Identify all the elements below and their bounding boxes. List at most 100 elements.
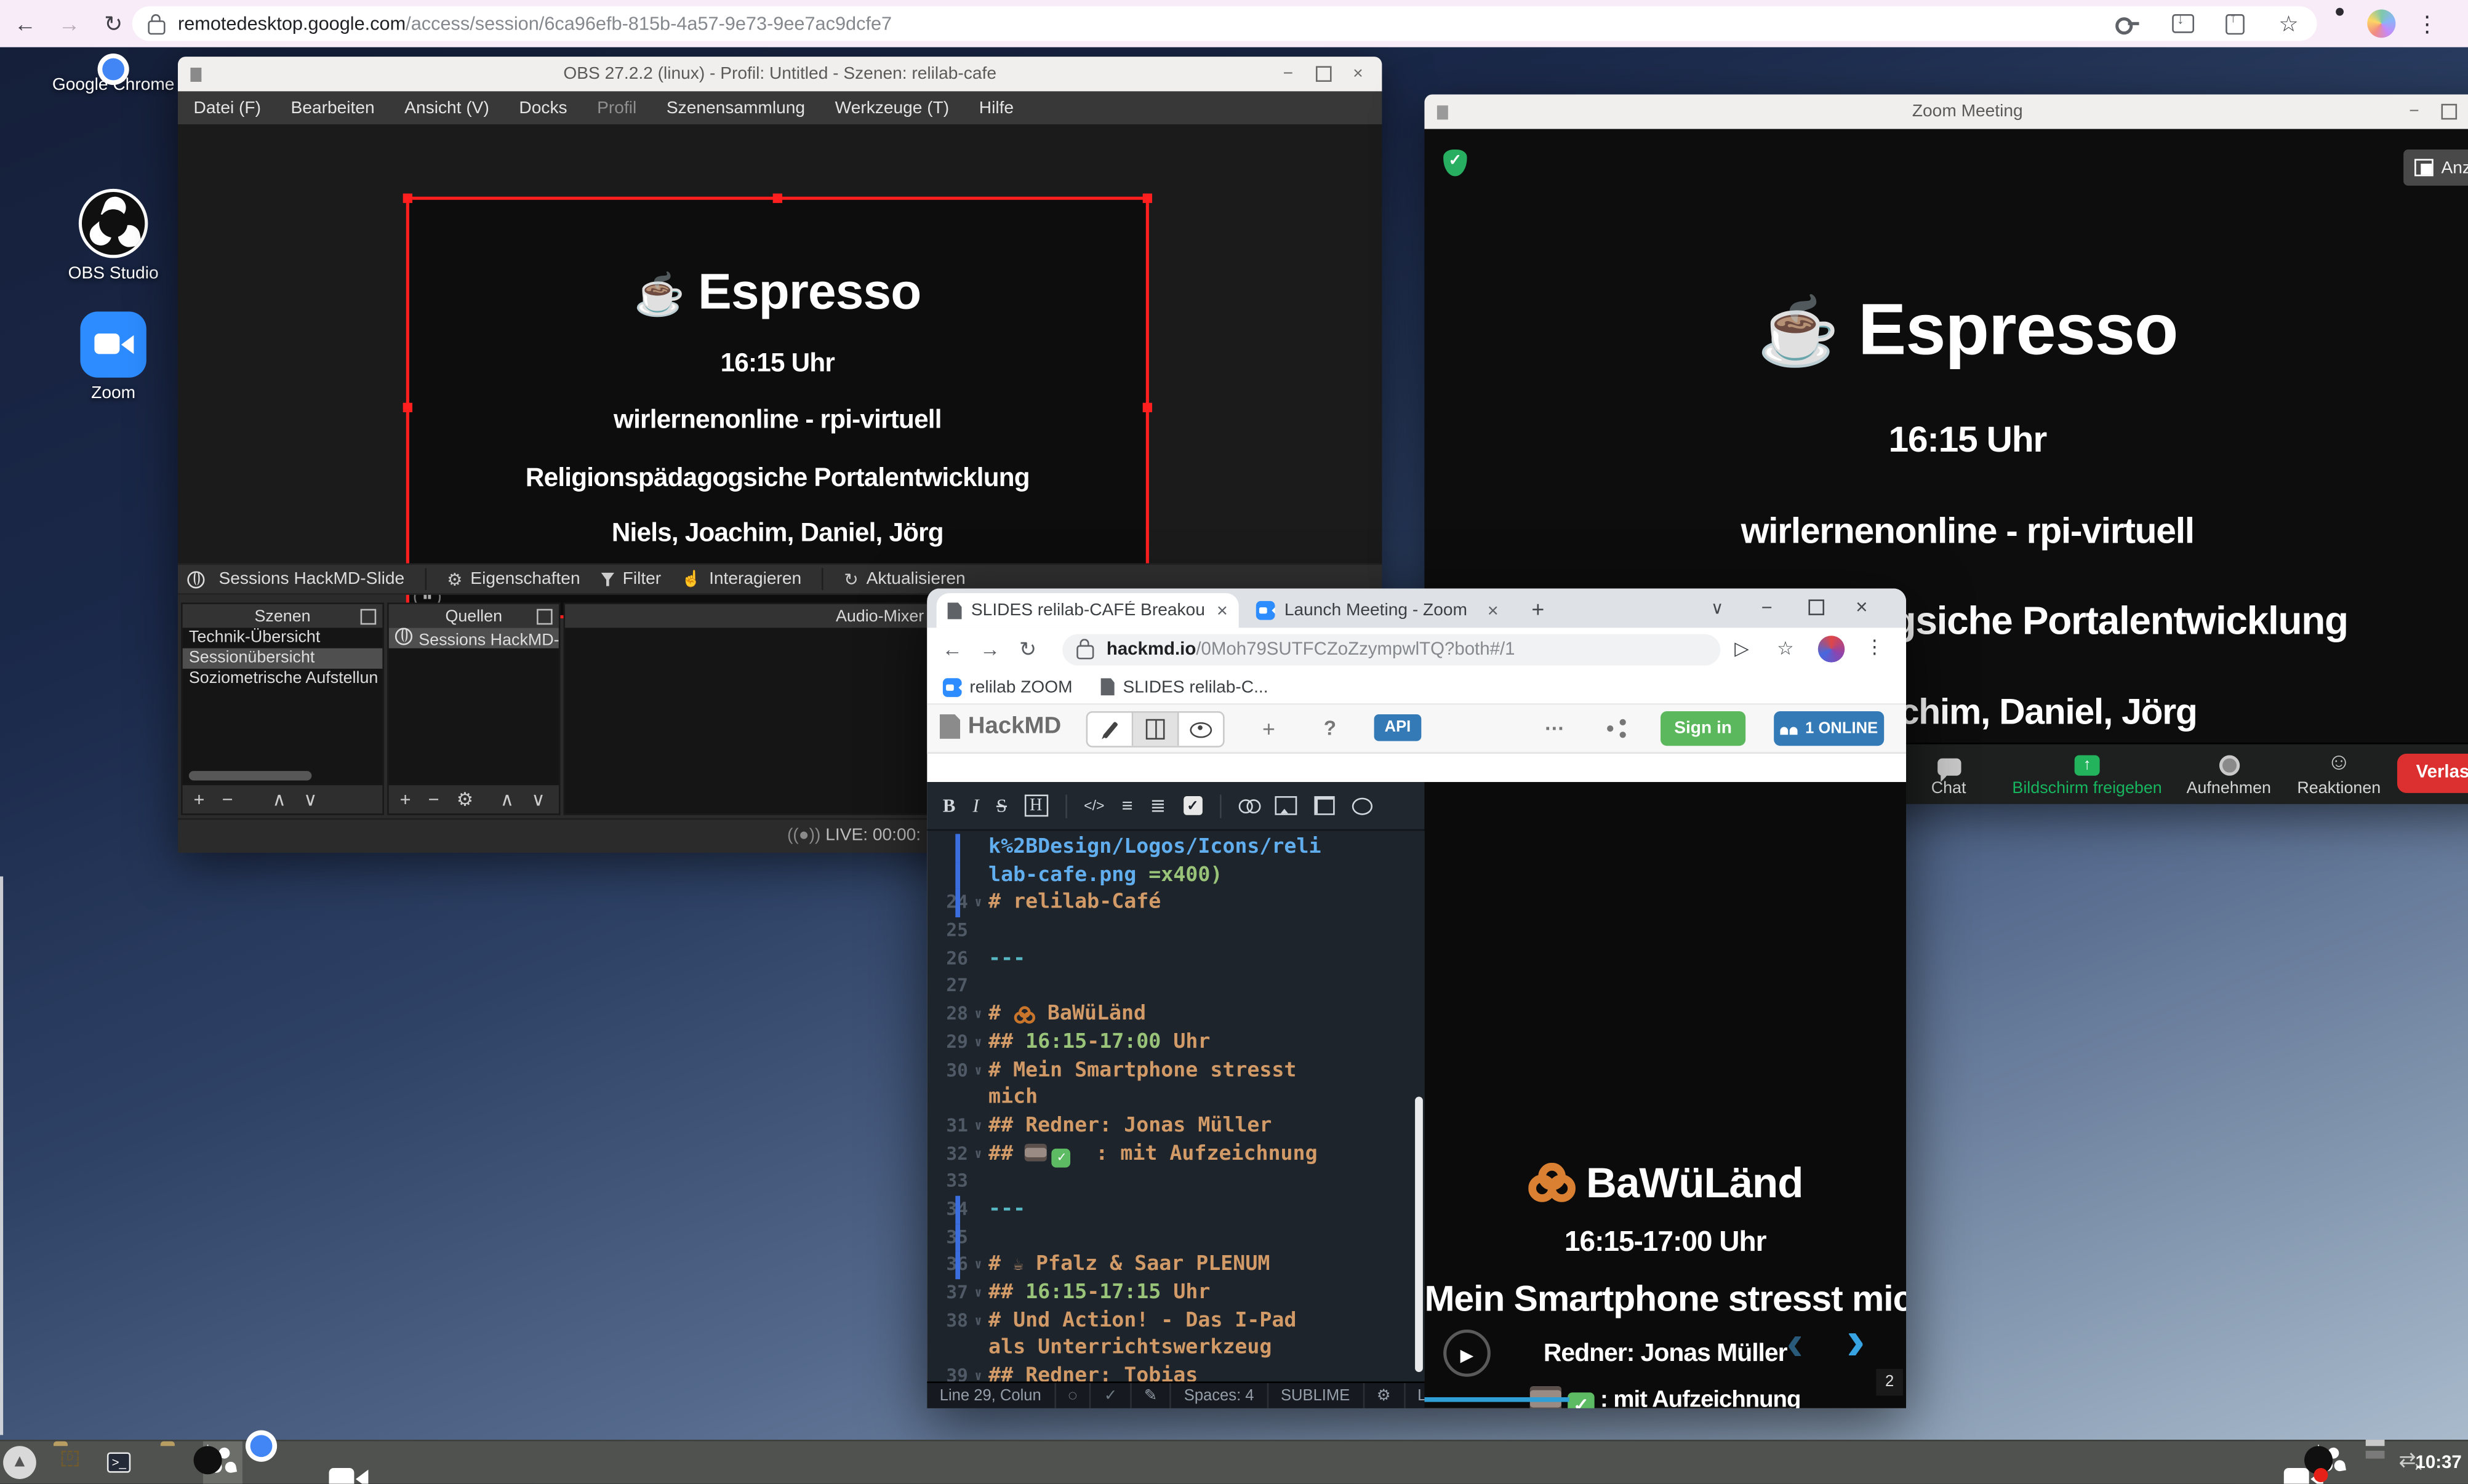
taskbar-obs-icon[interactable] [206,1446,241,1480]
popout-icon[interactable] [361,609,377,625]
remove-icon[interactable]: − [428,788,439,810]
taskbar-terminal-icon[interactable]: >_ [107,1446,142,1480]
fold-icon[interactable]: ∨ [968,1279,988,1307]
bookmark-relilab-zoom[interactable]: relilab ZOOM [943,677,1073,696]
zoom-title-bar[interactable]: Zoom Meeting − [1424,94,2468,129]
dock-tab-eigenschaften[interactable]: Eigenschaften [470,570,580,589]
forward-icon[interactable]: → [57,11,82,36]
resize-handle[interactable] [403,403,412,412]
menu-hilfe[interactable]: Hilfe [979,98,1014,118]
taskbar-launcher-icon[interactable]: ▲ [3,1446,38,1480]
split-mode-button[interactable] [1133,713,1179,746]
dock-tab-aktualisieren[interactable]: Aktualisieren [867,570,966,589]
strikethrough-icon[interactable]: S [996,794,1007,817]
comment-icon[interactable] [1352,797,1372,814]
tray-network-icon[interactable]: ⇄× [2398,1448,2416,1471]
desktop-icon-chrome[interactable]: Google Chrome [38,70,189,95]
reactions-button[interactable]: ☺ Reaktionen [2276,749,2402,797]
dock-tab-sessions[interactable]: Sessions HackMD-Slide [218,570,404,589]
dock-tab-interagieren[interactable]: Interagieren [709,570,801,589]
add-icon[interactable]: + [194,788,205,810]
fold-icon[interactable]: ∨ [968,1140,988,1168]
share-icon[interactable] [2226,14,2245,34]
desktop-icon-obs[interactable]: OBS Studio [38,189,189,283]
tab-slides[interactable]: SLIDES relilab-CAFÉ Breakou × [937,593,1239,628]
add-icon[interactable]: + [400,788,411,810]
scene-item-selected[interactable]: Sessionübersicht [183,648,383,669]
indent-setting[interactable]: Spaces: 4 [1171,1383,1268,1408]
new-note-icon[interactable]: + [1262,716,1275,741]
settings-wrench-icon[interactable]: ⚙ [1364,1383,1404,1408]
popout-icon[interactable] [537,609,553,625]
editor-content[interactable]: k%2BDesign/Logos/Icons/reli lab-cafe.png… [927,829,1424,1383]
bold-icon[interactable]: B [943,794,955,817]
dock-tab-filter[interactable]: Filter [623,570,662,589]
scrollbar-vertical[interactable] [1415,1097,1423,1373]
maximize-icon[interactable] [1808,599,1824,615]
remove-icon[interactable]: − [222,788,233,810]
minimize-icon[interactable]: − [2409,102,2419,121]
autoplay-button[interactable]: ▶ [1443,1330,1491,1377]
resize-handle[interactable] [773,194,782,203]
share-screen-button[interactable]: ↑ Bildschirm freigeben [1993,749,2182,797]
more-options-icon[interactable]: … [1544,711,1565,735]
menu-ansicht[interactable]: Ansicht (V) [404,98,489,118]
taskbar-screenshot-folder-icon[interactable]: D [54,1446,88,1480]
restore-icon[interactable] [1315,66,1331,82]
close-icon[interactable]: × [1856,595,1867,618]
profile-avatar[interactable] [2367,9,2395,38]
fold-icon[interactable]: ∨ [968,1251,988,1279]
api-button[interactable]: API [1374,714,1422,741]
taskbar-chrome-icon[interactable] [262,1446,296,1480]
tray-obs-icon[interactable] [2317,1446,2351,1480]
numbered-list-icon[interactable]: ≣ [1150,794,1166,816]
move-down-icon[interactable]: ∨ [303,788,317,810]
taskbar-zoom-icon[interactable] [315,1446,349,1480]
menu-szenensammlung[interactable]: Szenensammlung [667,98,805,118]
tab-search-icon[interactable]: ∨ [1711,598,1724,618]
lint-check-icon[interactable]: ✓ [1091,1383,1131,1408]
leave-meeting-button[interactable]: Verlas [2397,754,2468,793]
reload-icon[interactable]: ↻ [101,11,126,36]
browser-menu-icon[interactable]: ⋮ [1865,636,1885,658]
security-shield-icon[interactable]: ✓ [1443,150,1467,176]
fold-icon[interactable]: ∨ [968,1001,988,1029]
scene-item[interactable]: Soziometrische Aufstellun [183,669,383,689]
menu-docks[interactable]: Docks [519,98,567,118]
forward-icon[interactable]: → [971,637,1009,661]
task-list-icon[interactable]: ✓ [1184,796,1203,815]
resize-handle[interactable] [1143,403,1152,412]
tray-zoom-icon[interactable] [2270,1446,2304,1480]
taskbar-files-icon[interactable] [161,1446,195,1480]
resize-handle[interactable] [403,194,412,203]
view-mode-button[interactable] [1179,713,1223,746]
close-icon[interactable]: × [1353,65,1363,84]
menu-bearbeiten[interactable]: Bearbeiten [291,98,375,118]
prev-slide-icon[interactable]: ‹ [1787,1314,1803,1372]
fold-icon[interactable]: ∨ [968,1363,988,1383]
move-down-icon[interactable]: ∨ [531,788,545,810]
back-icon[interactable]: ← [12,11,38,36]
hint-bulb-icon[interactable]: ◌ [1056,1383,1092,1408]
keymap-setting[interactable]: SUBLIME [1268,1383,1364,1408]
hackmd-brand[interactable]: HackMD [940,713,1061,740]
tab-zoom-meeting[interactable]: Launch Meeting - Zoom × [1245,593,1510,628]
install-icon[interactable] [2172,14,2194,33]
back-icon[interactable]: ← [934,637,971,661]
source-gear-icon[interactable]: ⚙ [457,788,474,810]
tray-printer-icon[interactable] [2361,1446,2395,1480]
edit-mode-button[interactable] [1088,713,1133,746]
fold-icon[interactable]: ∨ [968,1112,988,1140]
scrollbar-horizontal[interactable] [189,771,311,780]
key-icon[interactable] [2115,17,2137,30]
italic-icon[interactable]: I [973,794,979,817]
record-button[interactable]: Aufnehmen [2166,749,2292,797]
reload-icon[interactable]: ↻ [1009,636,1046,661]
next-slide-icon[interactable]: › [1846,1307,1865,1373]
theme-brush-icon[interactable]: ✎ [1131,1383,1171,1408]
obs-scene-canvas[interactable]: ☕ Espresso 16:15 Uhr wirlernenonline - r… [406,197,1149,618]
menu-profil[interactable]: Profil [597,98,636,118]
source-item-selected[interactable]: Sessions HackMD-Slid [389,628,559,648]
move-up-icon[interactable]: ∧ [273,788,286,810]
bookmark-star-icon[interactable]: ☆ [1777,637,1794,660]
